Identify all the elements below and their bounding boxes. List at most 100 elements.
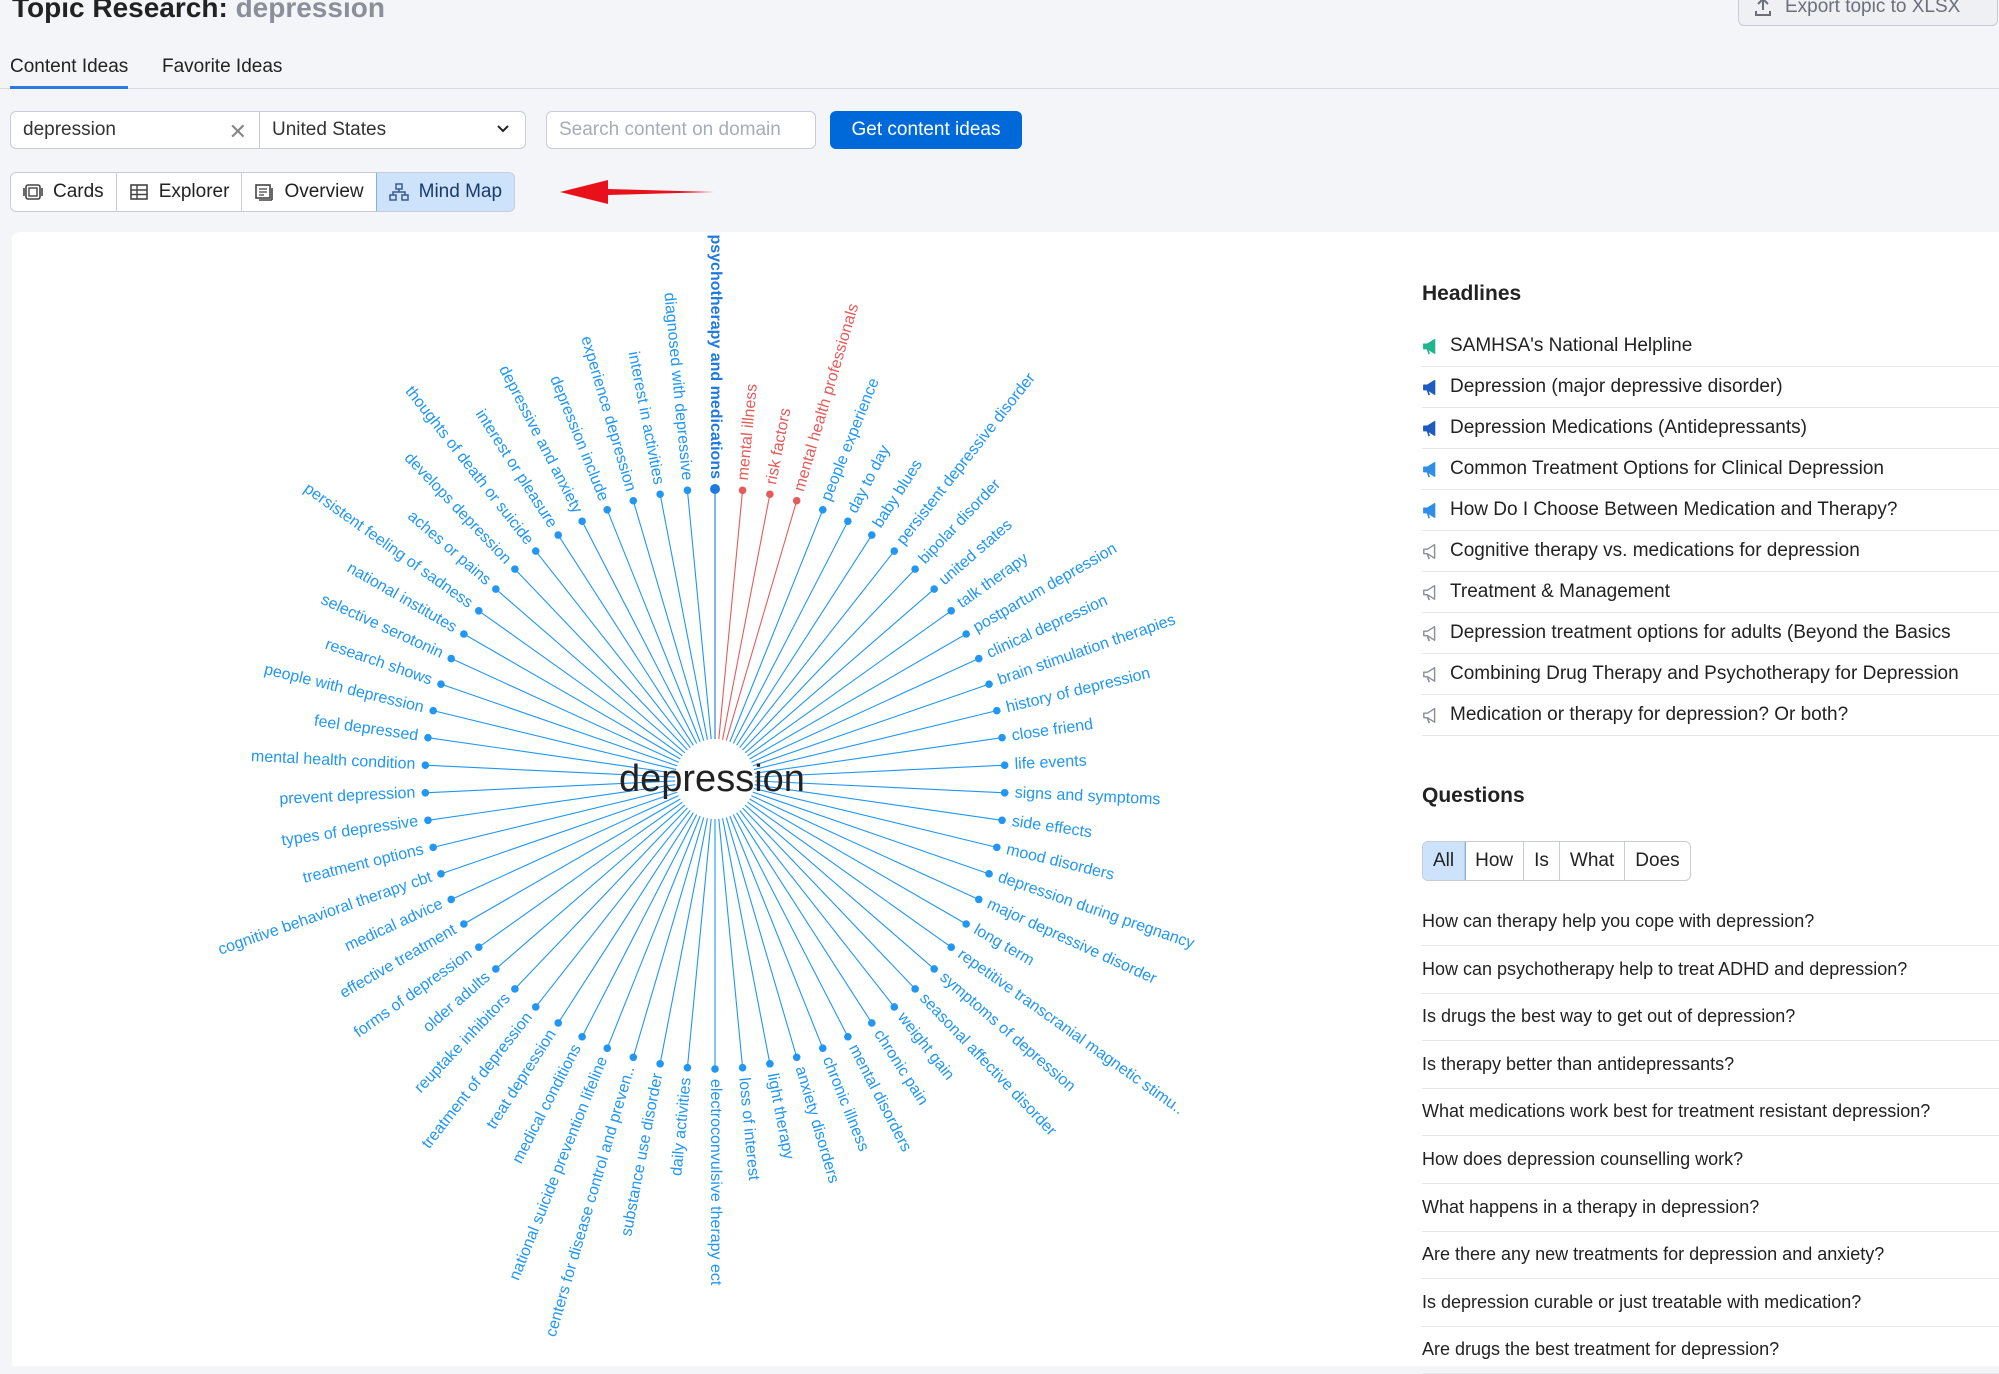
question-item[interactable]: How does depression counselling work? <box>1422 1136 1999 1184</box>
mind-map-node-dot[interactable] <box>492 585 500 593</box>
mind-map-node-dot[interactable] <box>818 505 827 514</box>
mind-map-node-dot[interactable] <box>683 486 692 495</box>
headline-item[interactable]: Depression (major depressive disorder) <box>1422 367 1999 408</box>
mind-map-node-dot[interactable] <box>474 943 483 952</box>
mind-map-node-dot[interactable] <box>985 680 993 688</box>
mind-map-node-dot[interactable] <box>424 733 432 742</box>
mind-map-node-dot[interactable] <box>844 517 852 526</box>
mind-map-node-dot[interactable] <box>993 706 1001 715</box>
mind-map-node-dot[interactable] <box>947 606 956 615</box>
mind-map-node-label[interactable]: feel depressed <box>313 713 419 745</box>
mind-map-node-label[interactable]: electroconvulsive therapy ect <box>707 1079 724 1286</box>
headline-item[interactable]: Combining Drug Therapy and Psychotherapy… <box>1422 654 1999 695</box>
mind-map-node-dot[interactable] <box>474 606 483 615</box>
mind-map-node-dot[interactable] <box>974 654 983 663</box>
mind-map-node-dot[interactable] <box>447 654 456 663</box>
question-item[interactable]: Are drugs the best treatment for depress… <box>1422 1326 1999 1374</box>
view-cards-button[interactable]: Cards <box>11 173 117 211</box>
question-item[interactable]: Is drugs the best way to get out of depr… <box>1422 993 1999 1042</box>
question-filter-all[interactable]: All <box>1422 842 1467 880</box>
clear-icon[interactable]: ✕ <box>229 119 247 145</box>
mind-map-node-dot[interactable] <box>890 1003 899 1011</box>
export-xlsx-button[interactable]: Export topic to XLSX <box>1738 0 1998 26</box>
mind-map-node-label[interactable]: mental illness <box>735 383 761 481</box>
mind-map-node-dot[interactable] <box>421 761 430 770</box>
mind-map-node-dot[interactable] <box>629 1053 638 1062</box>
question-item[interactable]: What happens in a therapy in depression? <box>1422 1184 1999 1232</box>
mind-map-node-label[interactable]: light therapy <box>764 1072 797 1161</box>
mind-map-node-dot[interactable] <box>844 1032 852 1041</box>
mind-map-node-dot[interactable] <box>429 843 437 852</box>
mind-map-node-dot[interactable] <box>429 706 437 715</box>
domain-search-input[interactable]: Search content on domain <box>546 111 816 149</box>
mind-map-node-label[interactable]: types of depressive <box>280 813 419 849</box>
mind-map-node-dot[interactable] <box>437 870 445 878</box>
mind-map-node-dot[interactable] <box>985 870 993 878</box>
mind-map-node-dot[interactable] <box>993 843 1001 852</box>
mind-map-node-dot[interactable] <box>792 1053 801 1062</box>
headline-item[interactable]: Common Treatment Options for Clinical De… <box>1422 449 1999 490</box>
mind-map-node-dot[interactable] <box>930 965 938 973</box>
mind-map-node-label[interactable]: mental health professionals <box>791 302 862 494</box>
mind-map-node-dot[interactable] <box>531 547 540 555</box>
mind-map-node-dot[interactable] <box>578 1032 586 1041</box>
question-filter-is[interactable]: Is <box>1524 842 1560 880</box>
mind-map-node-dot[interactable] <box>818 1044 827 1053</box>
mind-map-node-dot[interactable] <box>998 816 1006 825</box>
mind-map-node-label[interactable]: signs and symptoms <box>1014 785 1160 809</box>
mind-map-node-label[interactable]: side effects <box>1011 813 1093 841</box>
mind-map-node-label[interactable]: daily activities <box>668 1077 694 1177</box>
mind-map-node-dot[interactable] <box>962 630 970 638</box>
mind-map-node-dot[interactable] <box>447 895 456 904</box>
mind-map-node-dot[interactable] <box>998 733 1006 742</box>
mind-map-node-dot[interactable] <box>460 920 468 928</box>
mind-map-node-dot[interactable] <box>766 490 774 499</box>
headline-item[interactable]: SAMHSA's National Helpline <box>1422 326 1999 367</box>
headline-item[interactable]: How Do I Choose Between Medication and T… <box>1422 490 1999 531</box>
question-item[interactable]: Is depression curable or just treatable … <box>1422 1279 1999 1327</box>
mind-map-node-dot[interactable] <box>603 1044 612 1053</box>
mind-map-node-dot[interactable] <box>554 1019 563 1027</box>
mind-map-node-dot[interactable] <box>738 486 747 495</box>
mind-map-node-dot[interactable] <box>930 585 938 593</box>
mind-map-node-dot[interactable] <box>974 895 983 904</box>
question-filter-what[interactable]: What <box>1560 842 1626 880</box>
mind-map-node-dot[interactable] <box>947 943 956 952</box>
headline-item[interactable]: Treatment & Management <box>1422 572 1999 613</box>
mind-map-node-dot[interactable] <box>656 490 664 499</box>
mind-map-node-dot[interactable] <box>711 1065 719 1073</box>
mind-map-node-dot[interactable] <box>1000 761 1009 770</box>
mind-map-node-label[interactable]: diagnosed with depressive <box>660 292 695 481</box>
mind-map-node-dot[interactable] <box>511 565 519 573</box>
mind-map-node-dot[interactable] <box>792 496 801 505</box>
mind-map-node-dot[interactable] <box>738 1063 747 1072</box>
question-filter-how[interactable]: How <box>1465 842 1525 880</box>
headline-item[interactable]: Medication or therapy for depression? Or… <box>1422 695 1999 736</box>
question-item[interactable]: How can psychotherapy help to treat ADHD… <box>1422 946 1999 994</box>
mind-map-node-dot[interactable] <box>890 547 899 555</box>
mind-map-node-dot[interactable] <box>421 788 430 797</box>
mind-map-node-dot[interactable] <box>578 517 586 526</box>
mind-map-node-dot[interactable] <box>1000 788 1009 797</box>
question-item[interactable]: Is therapy better than antidepressants? <box>1422 1041 1999 1089</box>
mind-map-node-label[interactable]: psychotherapy and medications <box>707 234 724 479</box>
question-item[interactable]: Are there any new treatments for depress… <box>1422 1231 1999 1280</box>
mind-map-node-dot[interactable] <box>911 985 919 993</box>
mind-map-node-dot[interactable] <box>424 816 432 825</box>
topic-search-input[interactable]: depression ✕ <box>10 111 260 149</box>
mind-map-node-dot[interactable] <box>511 985 519 993</box>
mind-map-node-label[interactable]: close friend <box>1011 716 1094 744</box>
mind-map-node-dot[interactable] <box>766 1059 774 1068</box>
headline-item[interactable]: Cognitive therapy vs. medications for de… <box>1422 531 1999 572</box>
mind-map-node-dot[interactable] <box>656 1059 664 1068</box>
country-select[interactable]: United States <box>260 111 526 149</box>
mind-map-node-dot[interactable] <box>683 1063 692 1072</box>
mind-map-node-dot[interactable] <box>710 484 720 494</box>
mind-map-node-dot[interactable] <box>492 965 500 973</box>
mind-map-node-label[interactable]: prevent depression <box>279 785 416 808</box>
mind-map-node-dot[interactable] <box>867 1019 876 1027</box>
mind-map-node-dot[interactable] <box>554 531 563 539</box>
mind-map-node-dot[interactable] <box>911 565 919 573</box>
view-overview-button[interactable]: Overview <box>242 173 377 211</box>
question-filter-does[interactable]: Does <box>1625 842 1689 880</box>
